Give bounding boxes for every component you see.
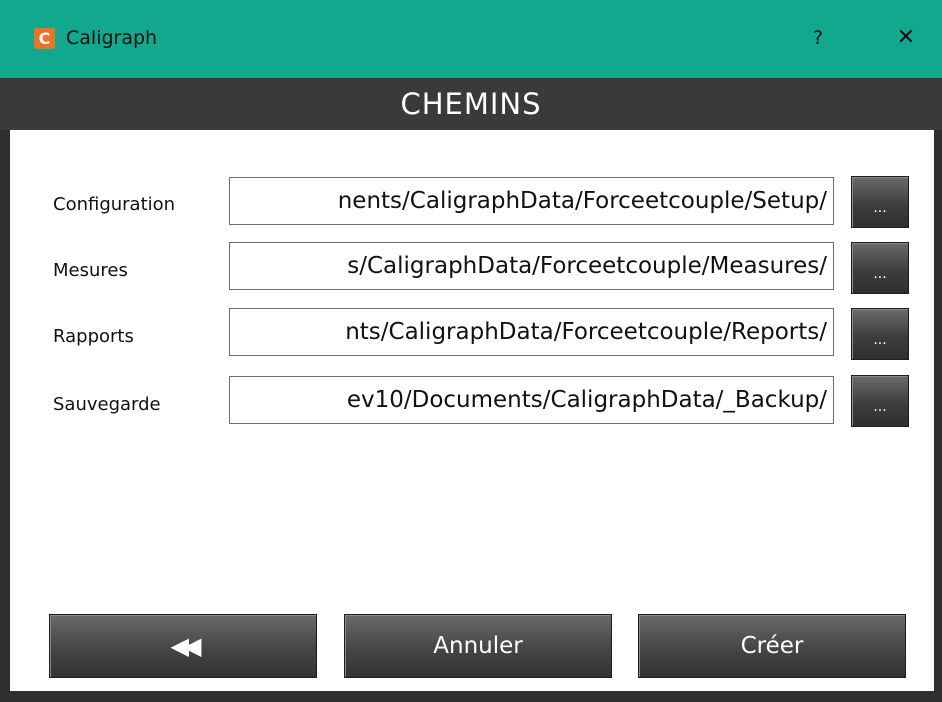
- app-icon-letter: C: [38, 29, 51, 48]
- reports-path-value: nts/CaligraphData/Forceetcouple/Reports/: [345, 319, 827, 345]
- window-frame-left: [0, 78, 10, 702]
- configuration-path-input[interactable]: nents/CaligraphData/Forceetcouple/Setup/: [229, 177, 834, 225]
- measures-label: Mesures: [53, 260, 128, 281]
- window-frame-bottom: [0, 691, 942, 702]
- backup-label: Sauvegarde: [53, 394, 161, 415]
- title-bar[interactable]: C Caligraph ? ✕: [0, 0, 942, 78]
- backup-path-input[interactable]: ev10/Documents/CaligraphData/_Backup/: [229, 376, 834, 424]
- measures-browse-button[interactable]: ...: [851, 242, 909, 294]
- configuration-browse-button[interactable]: ...: [851, 176, 909, 228]
- close-button[interactable]: ✕: [884, 20, 928, 56]
- window-frame-right: [934, 78, 942, 702]
- help-button[interactable]: ?: [798, 20, 838, 56]
- dialog-window: C Caligraph ? ✕ CHEMINS Configuration ne…: [0, 0, 942, 702]
- cancel-button[interactable]: Annuler: [344, 614, 612, 678]
- window-title: Caligraph: [66, 27, 158, 49]
- reports-label: Rapports: [53, 326, 134, 347]
- caligraph-app-icon: C: [34, 28, 55, 49]
- close-icon: ✕: [896, 25, 916, 50]
- configuration-path-value: nents/CaligraphData/Forceetcouple/Setup/: [337, 188, 827, 214]
- back-button[interactable]: ◀◀: [49, 614, 317, 678]
- configuration-label: Configuration: [53, 194, 176, 215]
- paths-panel: Configuration nents/CaligraphData/Forcee…: [10, 142, 934, 691]
- section-header: CHEMINS: [0, 78, 942, 130]
- reports-browse-button[interactable]: ...: [851, 308, 909, 360]
- reports-path-input[interactable]: nts/CaligraphData/Forceetcouple/Reports/: [229, 308, 834, 356]
- measures-path-input[interactable]: s/CaligraphData/Forceetcouple/Measures/: [229, 242, 834, 290]
- page-title: CHEMINS: [400, 87, 542, 121]
- backup-path-value: ev10/Documents/CaligraphData/_Backup/: [346, 387, 827, 413]
- create-button[interactable]: Créer: [638, 614, 906, 678]
- measures-path-value: s/CaligraphData/Forceetcouple/Measures/: [347, 253, 827, 279]
- backup-browse-button[interactable]: ...: [851, 375, 909, 427]
- double-chevron-left-icon: ◀◀: [170, 632, 202, 660]
